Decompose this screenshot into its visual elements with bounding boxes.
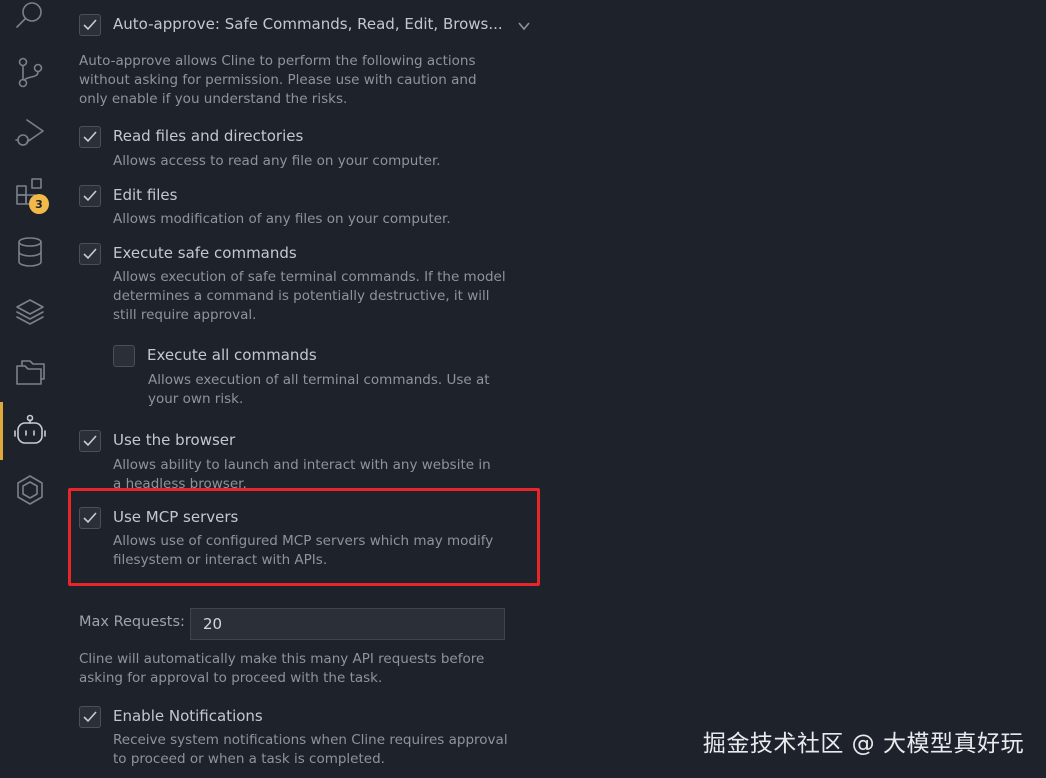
extensions-badge: 3 [29,194,49,214]
auto-approve-label: Auto-approve: Safe Commands, Read, Edit,… [113,15,503,33]
max-requests-input[interactable] [190,608,505,640]
edit-files-description: Allows modification of any files on your… [113,211,451,227]
max-requests-label: Max Requests: [79,614,185,630]
highlight-box [68,488,540,586]
run-debug-icon[interactable] [12,114,48,150]
chevron-down-icon[interactable] [517,18,531,37]
execute-safe-label: Execute safe commands [113,244,297,262]
use-browser-label: Use the browser [113,431,236,449]
read-files-label: Read files and directories [113,127,304,145]
option-edit-files[interactable]: Edit files [79,185,177,207]
watermark: 掘金技术社区 @ 大模型真好玩 [702,731,1024,757]
max-requests-description: Cline will automatically make this many … [79,651,485,686]
execute-all-checkbox[interactable] [113,345,135,367]
source-control-icon[interactable] [12,54,48,90]
option-enable-notifications[interactable]: Enable Notifications [79,706,263,728]
read-files-description: Allows access to read any file on your c… [113,153,441,169]
notifications-description: Receive system notifications when Cline … [113,732,508,767]
read-files-checkbox[interactable] [79,126,101,148]
execute-all-description: Allows execution of all terminal command… [148,372,490,407]
auto-approve-header[interactable]: Auto-approve: Safe Commands, Read, Edit,… [79,14,531,37]
auto-approve-checkbox[interactable] [79,14,101,36]
edit-files-label: Edit files [113,186,178,204]
active-indicator [0,402,3,460]
folders-icon[interactable] [12,354,48,390]
cline-robot-icon[interactable] [12,412,48,448]
execute-safe-description: Allows execution of safe terminal comman… [113,269,506,323]
execute-safe-checkbox[interactable] [79,243,101,265]
option-read-files[interactable]: Read files and directories [79,126,303,148]
edit-files-checkbox[interactable] [79,185,101,207]
auto-approve-description: Auto-approve allows Cline to perform the… [79,53,477,107]
database-icon[interactable] [12,234,48,270]
execute-all-label: Execute all commands [147,346,317,364]
option-execute-all[interactable]: Execute all commands [113,345,317,367]
hexagon-icon[interactable] [12,472,48,508]
layers-icon[interactable] [12,294,48,330]
use-browser-checkbox[interactable] [79,430,101,452]
notifications-label: Enable Notifications [113,707,263,725]
option-use-browser[interactable]: Use the browser [79,430,235,452]
notifications-checkbox[interactable] [79,706,101,728]
activity-bar: 3 [0,0,62,778]
option-execute-safe[interactable]: Execute safe commands [79,243,297,265]
search-icon[interactable] [12,0,48,36]
